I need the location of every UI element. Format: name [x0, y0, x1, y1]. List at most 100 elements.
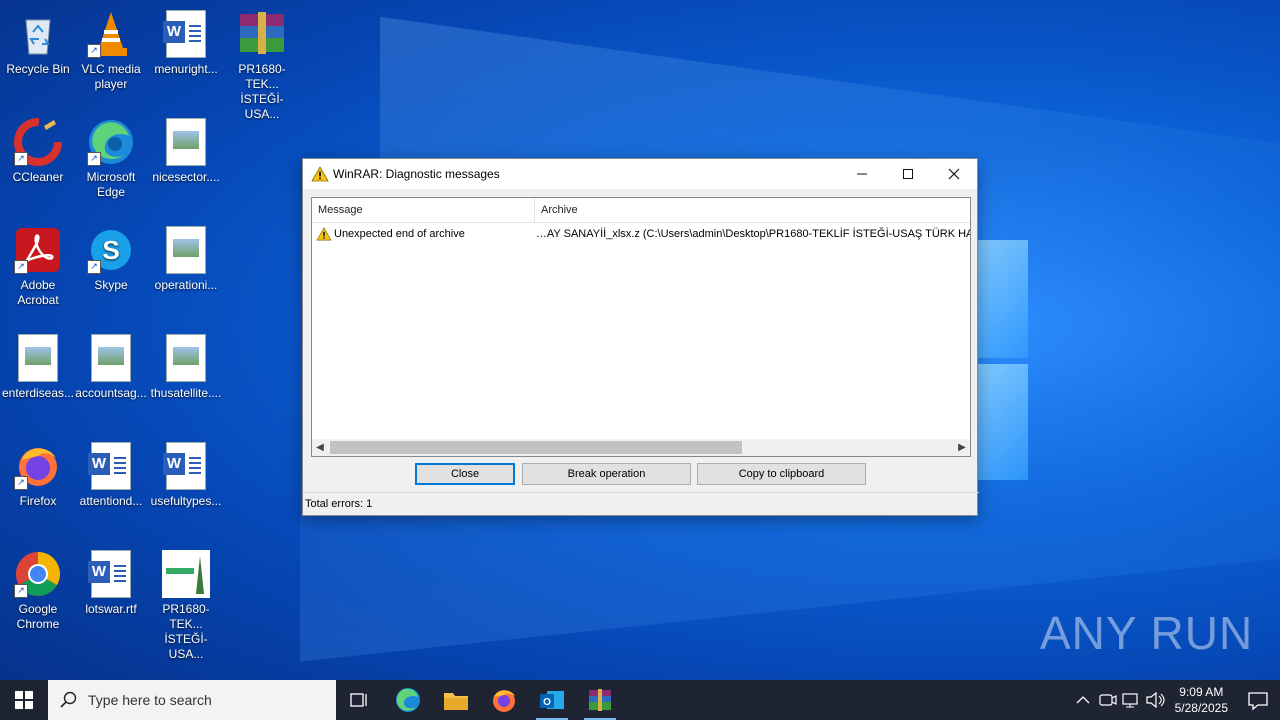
messages-list[interactable]: Message Archive Unexpected end of archiv… — [311, 197, 971, 457]
taskbar-file-explorer[interactable] — [432, 680, 480, 720]
desktop-icon-label: Microsoft Edge — [86, 170, 136, 199]
total-errors-text: Total errors: 1 — [305, 498, 373, 510]
taskbar-winrar[interactable] — [576, 680, 624, 720]
desktop-icon-label: Skype — [94, 278, 128, 292]
scroll-left-icon[interactable]: ◀ — [312, 439, 328, 456]
notifications-icon[interactable] — [1236, 680, 1280, 720]
desktop-icon-firefox[interactable]: ↗ Firefox — [0, 438, 76, 509]
desktop-icon-label: VLC media player — [81, 62, 141, 91]
desktop-icon-edge[interactable]: ↗ Microsoft Edge — [73, 114, 149, 200]
clock-date: 5/28/2025 — [1174, 701, 1228, 715]
folder-icon — [444, 693, 468, 710]
search-placeholder: Type here to search — [88, 692, 212, 708]
firefox-icon: ↗ — [14, 442, 62, 490]
anyrun-watermark: ANY RUN — [1040, 606, 1253, 660]
clock-time: 9:09 AM — [1179, 685, 1224, 699]
volume-icon[interactable] — [1143, 680, 1167, 720]
minimize-icon — [857, 173, 867, 175]
list-header: Message Archive — [312, 198, 970, 223]
desktop-icon-accountsag[interactable]: accountsag... — [73, 330, 149, 401]
column-header-message[interactable]: Message — [312, 198, 535, 222]
taskbar-edge[interactable] — [384, 680, 432, 720]
image-file-icon — [18, 334, 58, 382]
meet-now-icon[interactable] — [1095, 680, 1119, 720]
desktop-icon-usefultypes[interactable]: W usefultypes... — [148, 438, 224, 509]
task-view-button[interactable] — [336, 680, 384, 720]
desktop-icon-label: CCleaner — [12, 170, 64, 184]
vlc-cone-icon: ↗ — [87, 10, 135, 58]
desktop-icon-ccleaner[interactable]: ↗ CCleaner — [0, 114, 76, 185]
scrollbar-thumb[interactable] — [330, 441, 742, 454]
dialog-title: WinRAR: Diagnostic messages — [333, 167, 500, 181]
break-operation-button[interactable]: Break operation — [522, 463, 691, 485]
edge-icon: ↗ — [87, 118, 135, 166]
column-header-archive[interactable]: Archive — [535, 198, 578, 222]
copy-to-clipboard-button[interactable]: Copy to clipboard — [697, 463, 866, 485]
desktop-icon-chrome[interactable]: ↗ Google Chrome — [0, 546, 76, 632]
task-view-icon — [350, 693, 367, 707]
desktop-icon-enterdiseas[interactable]: enterdiseas... — [0, 330, 76, 401]
desktop-icon-label: Adobe Acrobat — [17, 278, 59, 307]
word-document-icon: W — [163, 10, 206, 58]
adobe-acrobat-icon: ↗ — [14, 226, 62, 274]
desktop-icon-label: PR1680-TEK... İSTEĞİ-USA... — [238, 62, 286, 121]
dialog-titlebar[interactable]: WinRAR: Diagnostic messages — [303, 159, 977, 189]
desktop-icon-label: operationi... — [154, 278, 218, 292]
skype-icon: S ↗ — [87, 226, 135, 274]
desktop-icon-thusatellite[interactable]: thusatellite.... — [148, 330, 224, 401]
recycle-bin-icon — [14, 10, 62, 58]
warning-icon — [311, 166, 329, 182]
desktop-icon-attentiond[interactable]: W attentiond... — [73, 438, 149, 509]
network-icon[interactable] — [1119, 680, 1143, 720]
firefox-icon — [493, 690, 515, 712]
taskbar-firefox[interactable] — [480, 680, 528, 720]
image-file-icon — [166, 226, 206, 274]
windows-start-icon — [15, 691, 33, 709]
message-text: Unexpected end of archive — [334, 228, 465, 240]
ccleaner-icon: ↗ — [14, 118, 62, 166]
taskbar-search-box[interactable]: Type here to search — [48, 680, 336, 720]
desktop-icon-pr1680-image[interactable]: PR1680-TEK... İSTEĞİ-USA... — [148, 546, 224, 662]
chrome-icon: ↗ — [14, 550, 62, 598]
scroll-right-icon[interactable]: ▶ — [954, 439, 970, 456]
taskbar-outlook[interactable]: O — [528, 680, 576, 720]
svg-text:O: O — [543, 697, 551, 708]
desktop-icon-label: usefultypes... — [150, 494, 222, 508]
image-file-icon — [166, 118, 206, 166]
desktop-icon-lotswar[interactable]: W lotswar.rtf — [73, 546, 149, 617]
desktop-icon-vlc[interactable]: ↗ VLC media player — [73, 6, 149, 92]
desktop-icon-label: nicesector.... — [152, 170, 220, 184]
desktop-icon-recycle-bin[interactable]: Recycle Bin — [0, 6, 76, 77]
close-icon — [948, 168, 960, 180]
minimize-button[interactable] — [839, 159, 885, 189]
watermark-text: ANY RUN — [1040, 607, 1254, 659]
desktop-icon-label: Recycle Bin — [6, 62, 70, 76]
desktop-icon-label: menuright... — [154, 62, 218, 76]
image-file-icon — [91, 334, 131, 382]
maximize-button[interactable] — [885, 159, 931, 189]
winrar-archive-icon — [238, 10, 286, 58]
close-window-button[interactable] — [931, 159, 977, 189]
taskbar-clock[interactable]: 9:09 AM 5/28/2025 — [1175, 684, 1228, 716]
list-item[interactable]: Unexpected end of archive …AY SANAYİİ_xl… — [312, 223, 970, 245]
outlook-icon: O — [540, 691, 564, 709]
image-file-icon — [166, 334, 206, 382]
winrar-diagnostic-dialog: WinRAR: Diagnostic messages Message Arch… — [302, 158, 979, 516]
desktop-icon-nicesector[interactable]: nicesector.... — [148, 114, 224, 185]
windows-logo-wallpaper — [978, 240, 1030, 480]
desktop-icon-pr1680-archive[interactable]: PR1680-TEK... İSTEĞİ-USA... — [224, 6, 300, 122]
desktop-icon-menuright[interactable]: W menuright... — [148, 6, 224, 77]
close-button[interactable]: Close — [415, 463, 515, 485]
desktop-icon-skype[interactable]: S ↗ Skype — [73, 222, 149, 293]
edge-icon — [396, 688, 420, 712]
desktop-icon-label: lotswar.rtf — [85, 602, 137, 616]
desktop-icon-adobe-acrobat[interactable]: ↗ Adobe Acrobat — [0, 222, 76, 308]
desktop-icon-operationi[interactable]: operationi... — [148, 222, 224, 293]
maximize-icon — [903, 169, 913, 179]
desktop-icon-label: Firefox — [19, 494, 57, 508]
start-button[interactable] — [0, 680, 48, 720]
desktop-icon-label: enterdiseas... — [1, 386, 75, 400]
horizontal-scrollbar[interactable]: ◀ ▶ — [312, 439, 970, 456]
taskbar: Type here to search O 9:09 AM 5/28/2025 — [0, 680, 1280, 720]
chevron-up-icon[interactable] — [1071, 680, 1095, 720]
